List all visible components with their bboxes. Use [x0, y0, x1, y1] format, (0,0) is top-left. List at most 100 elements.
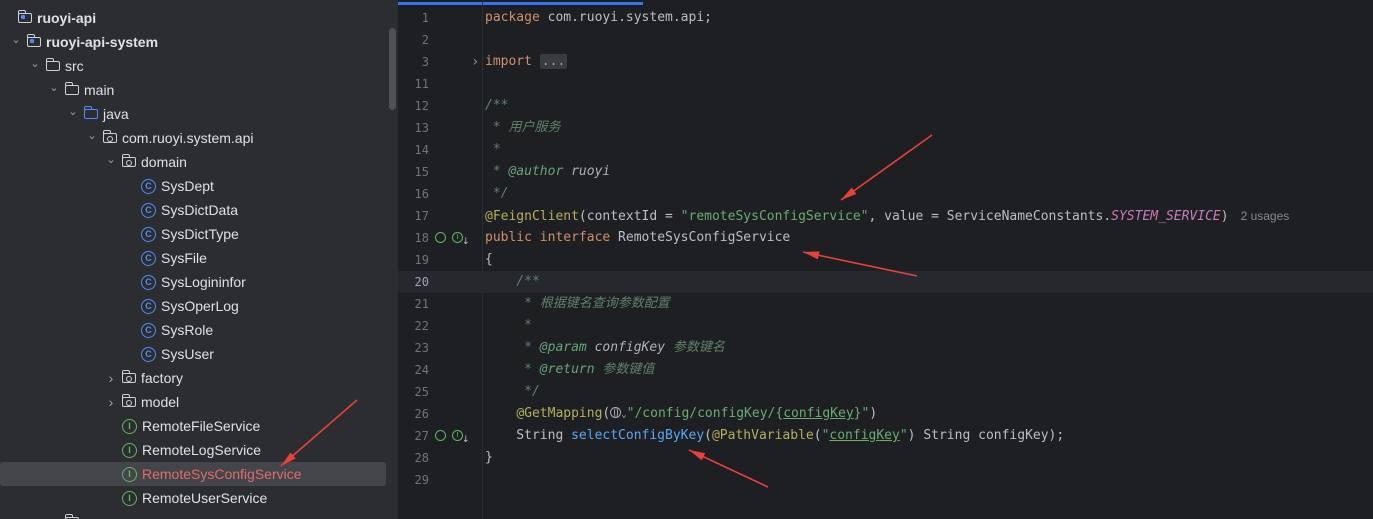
class-icon: C [141, 322, 156, 338]
chevron-down-icon[interactable]: ⌄ [9, 33, 23, 46]
code-line[interactable]: 22 * [398, 315, 1373, 337]
code-token: "remoteSysConfigService" [680, 209, 869, 224]
code-line[interactable]: 1 package com.ruoyi.system.api; [398, 7, 1373, 29]
code-line[interactable]: 15 * @author ruoyi [398, 161, 1373, 183]
line-number: 13 [414, 121, 429, 135]
folder-icon [64, 82, 79, 95]
tree-item[interactable]: C SysFile [0, 246, 386, 270]
code-line[interactable]: 24 * @return 参数键值 [398, 359, 1373, 381]
fold-expand-icon[interactable]: › [471, 51, 479, 73]
chevron-down-icon[interactable]: ⌄ [47, 81, 61, 94]
interface-icon: I [122, 418, 137, 434]
code-token: * 用户服务 [485, 120, 561, 135]
line-number: 25 [414, 385, 429, 399]
chevron-down-icon[interactable]: ⌄ [28, 57, 42, 70]
line-number: 26 [414, 407, 429, 421]
package-icon [121, 154, 136, 167]
chevron-right-icon[interactable]: › [104, 394, 118, 410]
tree-item[interactable]: C SysUser [0, 342, 386, 366]
tree-item[interactable]: C SysLogininfor [0, 270, 386, 294]
code-token: package [485, 10, 540, 25]
code-token: public interface [485, 230, 611, 245]
tree-item[interactable]: I RemoteUserService [0, 486, 386, 510]
code-line[interactable]: 12 /** [398, 95, 1373, 117]
code-token: import [485, 54, 532, 69]
code-line[interactable]: 17 @FeignClient(contextId = "remoteSysCon… [398, 205, 1373, 227]
code-token: configKey [783, 406, 854, 421]
code-token: * [485, 318, 532, 333]
tree-item[interactable]: C SysOperLog [0, 294, 386, 318]
tree-item[interactable]: › model [0, 390, 386, 414]
endpoint-globe-icon[interactable]: ⌄ [610, 406, 627, 421]
code-line[interactable]: 3 › import ... [398, 51, 1373, 73]
tree-item-label: SysOperLog [161, 298, 239, 314]
chevron-down-icon[interactable]: ⌄ [85, 129, 99, 142]
tree-item[interactable]: C SysDictType [0, 222, 386, 246]
line-number: 12 [414, 99, 429, 113]
code-line[interactable]: 25 */ [398, 381, 1373, 403]
tree-item[interactable]: C SysRole [0, 318, 386, 342]
chevron-down-icon[interactable]: ⌄ [104, 153, 118, 166]
tree-item-label: main [84, 82, 115, 98]
code-line[interactable]: 14 * [398, 139, 1373, 161]
usages-hint[interactable]: 2 usages [1241, 209, 1290, 223]
chevron-down-icon[interactable]: ⌄ [66, 105, 80, 118]
chevron-right-icon[interactable]: › [47, 514, 61, 519]
code-token: @author [508, 164, 564, 179]
code-line[interactable]: 2 [398, 29, 1373, 51]
line-number: 27 [414, 429, 429, 443]
tree-item[interactable]: ⌄ java [0, 102, 386, 126]
code-token: */ [485, 384, 540, 399]
code-line[interactable]: 19 { [398, 249, 1373, 271]
code-line[interactable]: 26 @GetMapping(⌄"/config/configKey/{conf… [398, 403, 1373, 425]
tree-item[interactable]: ⌄ src [0, 54, 386, 78]
line-number: 19 [414, 253, 429, 267]
tree-item[interactable]: I RemoteFileService [0, 414, 386, 438]
module-folder-icon [17, 10, 32, 23]
interface-icon: I [122, 442, 137, 458]
code-token: * [485, 340, 540, 355]
folded-imports[interactable]: ... [539, 54, 568, 69]
tree-scrollbar[interactable] [389, 28, 396, 110]
tree-item[interactable]: ⌄ domain [0, 150, 386, 174]
code-line[interactable]: 11 [398, 73, 1373, 95]
tree-item[interactable]: C SysDictData [0, 198, 386, 222]
tree-item[interactable]: › [0, 510, 386, 519]
tree-item[interactable]: ⌄ com.ruoyi.system.api [0, 126, 386, 150]
code-line[interactable]: 28} [398, 447, 1373, 469]
code-token: * [485, 362, 540, 377]
code-line[interactable]: 13 * 用户服务 [398, 117, 1373, 139]
code-line[interactable]: 21 * 根据键名查询参数配置 [398, 293, 1373, 315]
tree-item-label: com.ruoyi.system.api [122, 130, 254, 146]
implemented-gutter-icon[interactable] [435, 232, 446, 243]
tree-item[interactable]: C SysDept [0, 174, 386, 198]
tree-item[interactable]: ruoyi-api [0, 6, 386, 30]
code-line[interactable]: 16 */ [398, 183, 1373, 205]
tree-item[interactable]: I RemoteLogService [0, 438, 386, 462]
code-text: * 用户服务 [485, 117, 561, 139]
line-number: 23 [414, 341, 429, 355]
interface-icon: I [122, 466, 137, 482]
code-line[interactable]: 29 [398, 469, 1373, 491]
code-token: */ [485, 186, 509, 201]
tree-item-label: ruoyi-api-system [46, 34, 159, 50]
tree-item-label: factory [141, 370, 184, 386]
tree-item[interactable]: ⌄ main [0, 78, 386, 102]
code-text: } [485, 447, 493, 469]
code-token: * [485, 164, 509, 179]
tree-item[interactable]: ⌄ ruoyi-api-system [0, 30, 386, 54]
code-line[interactable]: 23 * @param configKey 参数键名 [398, 337, 1373, 359]
tree-item[interactable]: I RemoteSysConfigService [0, 462, 386, 486]
code-line[interactable]: 20 /** [398, 271, 1373, 293]
code-token: @PathVariable [711, 428, 814, 443]
code-editor[interactable]: 1 package com.ruoyi.system.api; 2 3 › import … [398, 0, 1373, 519]
tree-item[interactable]: › factory [0, 366, 386, 390]
code-line[interactable]: 27 I ↓ String selectConfigByKey(@PathVaria… [398, 425, 1373, 447]
implemented-gutter-icon[interactable] [435, 430, 446, 441]
line-number: 3 [421, 55, 429, 69]
class-icon: C [141, 226, 156, 242]
code-line[interactable]: 18 I ↓ public interface RemoteSysConfigServ… [398, 227, 1373, 249]
chevron-right-icon[interactable]: › [104, 370, 118, 386]
package-icon [121, 370, 136, 383]
